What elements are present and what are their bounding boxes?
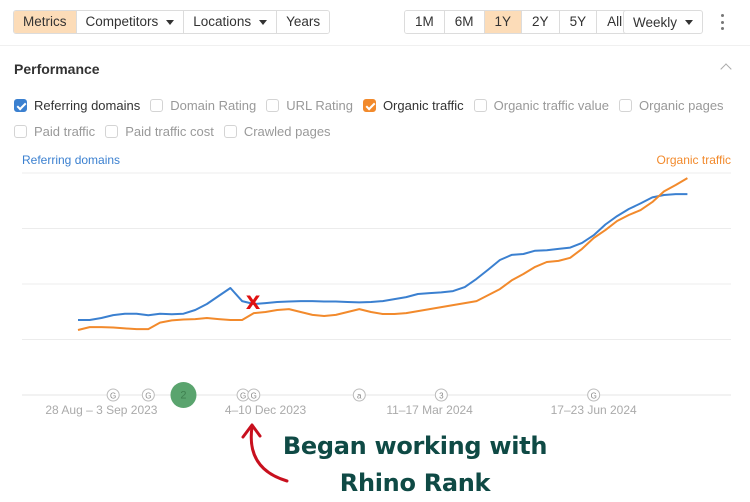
x-tick-label: 28 Aug – 3 Sep 2023 bbox=[45, 403, 157, 417]
annotation-text: Began working with Rhino Rank bbox=[270, 428, 560, 502]
event-marker-label: G bbox=[145, 392, 151, 401]
start-marker-x: X bbox=[246, 294, 261, 313]
event-marker[interactable]: a bbox=[353, 389, 365, 401]
event-marker-label: G bbox=[591, 392, 597, 401]
event-marker[interactable]: 3 bbox=[435, 389, 447, 401]
event-marker[interactable]: G bbox=[237, 389, 249, 401]
event-marker[interactable]: 2 bbox=[170, 382, 196, 408]
event-marker-label: G bbox=[110, 392, 116, 401]
event-marker-label: G bbox=[251, 392, 257, 401]
annotation-line-2: Rhino Rank bbox=[270, 465, 560, 502]
x-tick-label: 11–17 Mar 2024 bbox=[386, 403, 473, 417]
event-marker[interactable]: G bbox=[588, 389, 600, 401]
event-marker-label: 3 bbox=[439, 392, 444, 401]
event-marker-label: a bbox=[357, 392, 362, 401]
x-tick-label: 17–23 Jun 2024 bbox=[551, 403, 637, 417]
event-marker[interactable]: G bbox=[142, 389, 154, 401]
event-marker-label: G bbox=[240, 392, 246, 401]
performance-chart: GG2GGa3G28 Aug – 3 Sep 20234–10 Dec 2023… bbox=[0, 0, 750, 420]
event-marker-label: 2 bbox=[180, 390, 186, 402]
annotation-line-1: Began working with bbox=[270, 428, 560, 465]
event-marker[interactable]: G bbox=[248, 389, 260, 401]
series-line-referring-domains bbox=[78, 194, 687, 320]
series-line-organic-traffic bbox=[78, 178, 687, 330]
event-marker[interactable]: G bbox=[107, 389, 119, 401]
